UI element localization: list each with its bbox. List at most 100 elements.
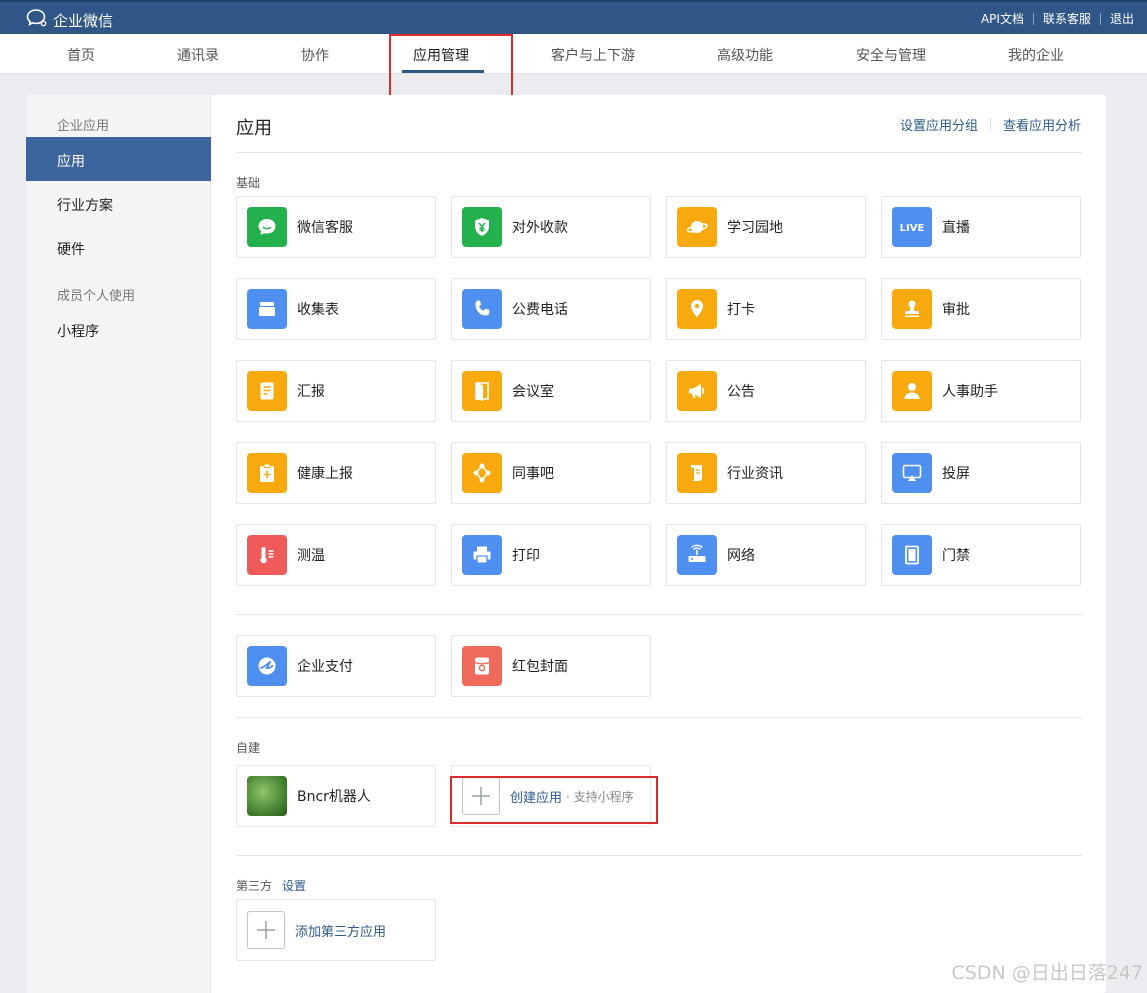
api-docs-link[interactable]: API文档 xyxy=(981,10,1024,27)
app-label: 审批 xyxy=(942,302,970,318)
app-tile[interactable]: 对外收款 xyxy=(451,196,651,258)
sidebar: 企业应用 应用 行业方案 硬件 成员个人使用 小程序 xyxy=(26,95,211,993)
bot-avatar-icon xyxy=(247,776,287,816)
highlight-box xyxy=(450,776,658,824)
app-tile[interactable]: 网络 xyxy=(666,524,866,586)
sidebar-item-miniprogram[interactable]: 小程序 xyxy=(57,321,99,341)
app-tile[interactable]: 收集表 xyxy=(236,278,436,340)
sidebar-item-hardware[interactable]: 硬件 xyxy=(57,239,85,259)
red-packet-icon xyxy=(462,646,502,686)
printer-icon xyxy=(462,535,502,575)
divider xyxy=(236,614,1082,615)
app-label: 红包封面 xyxy=(512,659,568,675)
app-tile[interactable]: 打印 xyxy=(451,524,651,586)
page-title: 应用 xyxy=(236,118,272,139)
app-tile[interactable]: 健康上报 xyxy=(236,442,436,504)
app-tile[interactable]: 红包封面 xyxy=(451,635,651,697)
watermark: CSDN @日出日落247 xyxy=(951,962,1143,984)
app-tile[interactable]: 会议室 xyxy=(451,360,651,422)
main-nav: 首页 通讯录 协作 应用管理 客户与上下游 高级功能 安全与管理 我的企业 xyxy=(0,34,1147,74)
sidebar-group-enterprise: 企业应用 xyxy=(57,119,110,134)
sidebar-item-apps[interactable]: 应用 xyxy=(26,137,211,181)
nav-advanced[interactable]: 高级功能 xyxy=(717,45,773,65)
megaphone-icon xyxy=(677,371,717,411)
app-label: 公告 xyxy=(727,384,755,400)
app-label: 汇报 xyxy=(297,384,325,400)
svg-text:LIVE: LIVE xyxy=(900,223,924,234)
app-label: 公费电话 xyxy=(512,302,568,318)
app-tile[interactable]: 公告 xyxy=(666,360,866,422)
app-label: 门禁 xyxy=(942,548,970,564)
nav-collaboration[interactable]: 协作 xyxy=(301,45,329,65)
app-tile[interactable]: 学习园地 xyxy=(666,196,866,258)
plus-icon xyxy=(247,911,285,949)
third-party-settings-link[interactable]: 设置 xyxy=(282,879,306,893)
app-label: 人事助手 xyxy=(942,384,998,400)
thermometer-icon xyxy=(247,535,287,575)
wework-logo-icon xyxy=(26,8,48,32)
stamp-icon xyxy=(892,289,932,329)
logout-link[interactable]: 退出 xyxy=(1110,10,1134,27)
app-tile[interactable]: 企业支付 xyxy=(236,635,436,697)
app-tile[interactable]: 投屏 xyxy=(881,442,1081,504)
divider xyxy=(236,717,1082,718)
add-third-party-app-button[interactable]: 添加第三方应用 xyxy=(236,899,436,961)
app-label: 打卡 xyxy=(727,302,755,318)
screen-cast-icon xyxy=(892,453,932,493)
app-tile[interactable]: 人事助手 xyxy=(881,360,1081,422)
app-label: 行业资讯 xyxy=(727,466,783,482)
contact-support-link[interactable]: 联系客服 xyxy=(1043,10,1091,27)
app-label: 健康上报 xyxy=(297,466,353,482)
pay-swoosh-icon xyxy=(247,646,287,686)
door-icon xyxy=(462,371,502,411)
divider xyxy=(1099,12,1101,25)
app-tile[interactable]: 汇报 xyxy=(236,360,436,422)
yuan-shield-icon xyxy=(462,207,502,247)
app-tile-bncr-bot[interactable]: Bncr机器人 xyxy=(236,765,436,827)
section-basic-label: 基础 xyxy=(236,176,261,190)
third-party-label: 第三方 xyxy=(236,879,273,893)
divider xyxy=(236,855,1082,856)
phone-icon xyxy=(462,289,502,329)
nav-my-company[interactable]: 我的企业 xyxy=(1008,45,1064,65)
top-bar: 企业微信 API文档 联系客服 退出 xyxy=(0,0,1147,34)
nav-home[interactable]: 首页 xyxy=(67,45,95,65)
app-tile[interactable]: LIVE 直播 xyxy=(881,196,1081,258)
app-tile[interactable]: 公费电话 xyxy=(451,278,651,340)
app-tile[interactable]: 同事吧 xyxy=(451,442,651,504)
live-icon: LIVE xyxy=(892,207,932,247)
section-custom-label: 自建 xyxy=(236,741,261,755)
set-app-group-link[interactable]: 设置应用分组 xyxy=(900,115,978,134)
divider xyxy=(1032,12,1034,25)
view-app-analysis-link[interactable]: 查看应用分析 xyxy=(1003,115,1081,134)
app-tile[interactable]: 审批 xyxy=(881,278,1081,340)
app-tile[interactable]: 门禁 xyxy=(881,524,1081,586)
section-third-party-label: 第三方 设置 xyxy=(236,877,306,894)
app-logo[interactable]: 企业微信 xyxy=(26,8,113,32)
app-label: 投屏 xyxy=(942,466,970,482)
app-label: 打印 xyxy=(512,548,540,564)
app-tile[interactable]: 打卡 xyxy=(666,278,866,340)
app-tile[interactable]: 行业资讯 xyxy=(666,442,866,504)
app-label: 收集表 xyxy=(297,302,339,318)
nav-customers[interactable]: 客户与上下游 xyxy=(551,45,635,65)
highlight-box xyxy=(389,34,513,99)
logo-text: 企业微信 xyxy=(53,11,114,30)
clipboard-plus-icon xyxy=(247,453,287,493)
sidebar-item-label: 应用 xyxy=(57,154,85,170)
app-label: Bncr机器人 xyxy=(297,789,371,805)
nav-security[interactable]: 安全与管理 xyxy=(856,45,926,65)
access-door-icon xyxy=(892,535,932,575)
sidebar-group-personal: 成员个人使用 xyxy=(57,289,136,304)
app-label: 企业支付 xyxy=(297,659,353,675)
divider xyxy=(236,152,1082,153)
chat-bubble-icon xyxy=(247,207,287,247)
planet-icon xyxy=(677,207,717,247)
app-label: 对外收款 xyxy=(512,220,568,236)
app-label: 微信客服 xyxy=(297,220,353,236)
app-tile[interactable]: 微信客服 xyxy=(236,196,436,258)
sidebar-item-industry[interactable]: 行业方案 xyxy=(57,195,113,215)
app-tile[interactable]: 测温 xyxy=(236,524,436,586)
nav-contacts[interactable]: 通讯录 xyxy=(177,45,219,65)
app-label: 同事吧 xyxy=(512,466,554,482)
